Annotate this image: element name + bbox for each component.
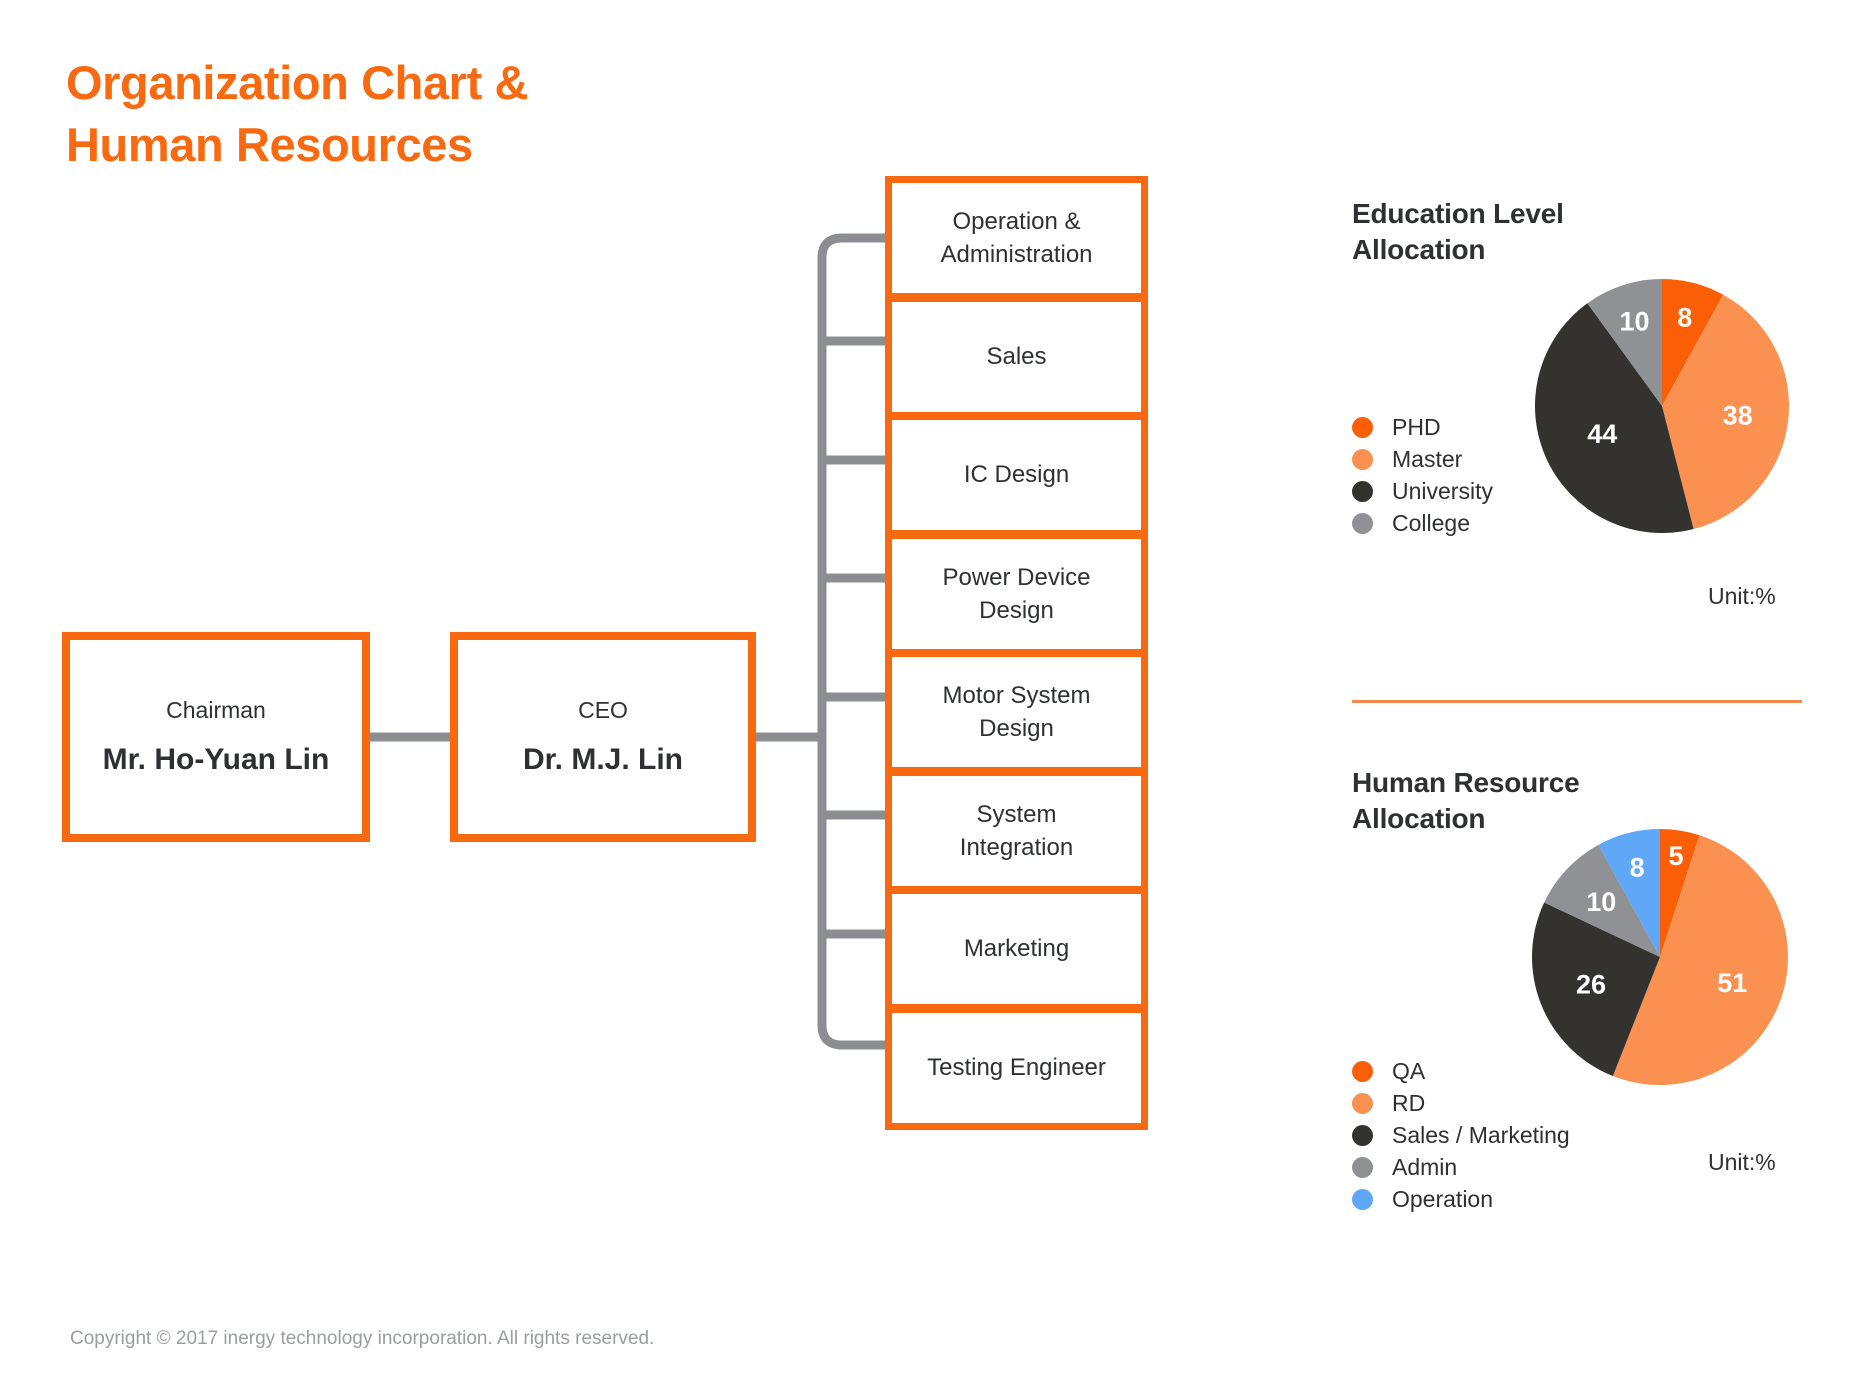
slide-canvas: Organization Chart & Human Resources Cha… [0, 0, 1867, 1391]
pie-value-label: 5 [1669, 841, 1684, 871]
legend-label-sales-marketing: Sales / Marketing [1392, 1121, 1570, 1148]
dept-label: IC Design [963, 461, 1070, 489]
org-box-chairman[interactable]: Chairman Mr. Ho-Yuan Lin [62, 632, 370, 842]
chairman-name: Mr. Ho-Yuan Lin [102, 742, 330, 776]
legend-dot-phd [1352, 416, 1373, 438]
ceo-role-label: CEO [578, 696, 628, 723]
dept-label: Sales [986, 343, 1047, 371]
org-box-marketing[interactable]: Marketing [885, 887, 1148, 1011]
legend-label-college: College [1392, 509, 1470, 536]
org-box-sales[interactable]: Sales [885, 295, 1148, 419]
pie-value-label: 51 [1717, 968, 1747, 998]
dept-label: Motor System Design [942, 681, 1091, 742]
org-box-power-device-design[interactable]: Power Device Design [885, 532, 1148, 656]
legend-dot-admin [1352, 1156, 1373, 1178]
org-box-motor-system-design[interactable]: Motor System Design [885, 650, 1148, 774]
legend-dot-university [1352, 480, 1373, 502]
education-pie: 8 38 44 10 [1512, 256, 1812, 561]
legend-dot-sales-marketing [1352, 1124, 1373, 1146]
education-unit-label: Unit:% [1708, 583, 1776, 609]
human-resource-chart: Human Resource Allocation 5 51 26 10 8 QA RD… [1352, 765, 1822, 1210]
org-box-testing-engineer[interactable]: Testing Engineer [885, 1006, 1148, 1130]
page-title: Organization Chart & Human Resources [66, 56, 529, 172]
footer-copyright: Copyright © 2017 inergy technology incor… [70, 1328, 655, 1349]
dept-label: Operation & Administration [940, 207, 1093, 268]
legend-label-university: University [1392, 477, 1493, 504]
pie-value-label: 8 [1630, 853, 1645, 883]
legend-item-admin: Admin [1352, 1151, 1570, 1183]
dept-label: System Integration [959, 800, 1074, 861]
legend-item-university: University [1352, 475, 1493, 507]
education-legend: PHD Master University College [1352, 411, 1493, 539]
org-box-ic-design[interactable]: IC Design [885, 413, 1148, 537]
legend-dot-college [1352, 512, 1373, 534]
pie-value-label: 44 [1587, 419, 1617, 449]
org-box-operation-administration[interactable]: Operation & Administration [885, 176, 1148, 300]
pie-value-label: 38 [1723, 401, 1753, 431]
education-level-chart: Education Level Allocation 8 38 44 10 PHD M… [1352, 196, 1822, 616]
legend-dot-operation [1352, 1188, 1373, 1210]
hr-unit-label: Unit:% [1708, 1149, 1776, 1175]
legend-label-rd: RD [1392, 1089, 1426, 1116]
chairman-role-label: Chairman [166, 696, 266, 723]
legend-label-master: Master [1392, 445, 1463, 472]
dept-label: Testing Engineer [927, 1054, 1106, 1082]
legend-label-qa: QA [1392, 1057, 1426, 1084]
education-pie-svg: 8 38 44 10 [1534, 279, 1789, 534]
human-resource-legend: QA RD Sales / Marketing Admin Operation [1352, 1055, 1570, 1215]
legend-item-phd: PHD [1352, 411, 1493, 443]
dept-label: Power Device Design [942, 563, 1091, 624]
pie-value-label: 26 [1576, 969, 1606, 999]
trunk-spine [817, 233, 885, 1050]
pie-value-label: 10 [1586, 887, 1616, 917]
legend-label-phd: PHD [1392, 413, 1441, 440]
ceo-name: Dr. M.J. Lin [522, 742, 684, 776]
legend-item-college: College [1352, 507, 1493, 539]
legend-dot-qa [1352, 1060, 1373, 1082]
legend-dot-master [1352, 448, 1373, 470]
pie-value-label: 10 [1620, 306, 1650, 336]
legend-dot-rd [1352, 1092, 1373, 1114]
org-box-ceo[interactable]: CEO Dr. M.J. Lin [450, 632, 756, 842]
dept-label: Marketing [963, 935, 1070, 963]
section-divider [1352, 700, 1802, 703]
legend-item-master: Master [1352, 443, 1493, 475]
legend-item-sales-marketing: Sales / Marketing [1352, 1119, 1570, 1151]
legend-label-operation: Operation [1392, 1185, 1494, 1212]
pie-value-label: 8 [1677, 302, 1692, 332]
legend-item-operation: Operation [1352, 1183, 1570, 1215]
legend-item-rd: RD [1352, 1087, 1570, 1119]
legend-item-qa: QA [1352, 1055, 1570, 1087]
legend-label-admin: Admin [1392, 1153, 1458, 1180]
org-box-system-integration[interactable]: System Integration [885, 769, 1148, 893]
